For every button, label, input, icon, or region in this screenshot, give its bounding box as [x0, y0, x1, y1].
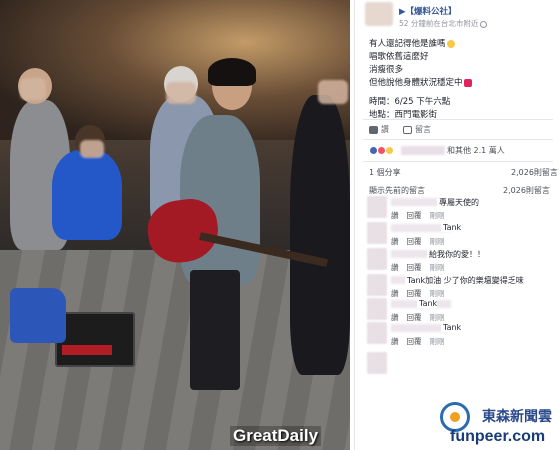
post-line-3: 消瘦很多 [369, 65, 404, 75]
comment-text: Tank加油 少了你的樂壇變得乏味 [405, 275, 524, 286]
comment-time: 剛剛 [429, 211, 445, 220]
comment-like-link[interactable]: 讚 [391, 336, 399, 347]
commenter-avatar[interactable] [367, 352, 387, 374]
post-line-1: 有人還記得他是誰嗎 [369, 39, 446, 49]
person-blue-crouching [52, 150, 122, 240]
share-count-link[interactable]: 1 個分享 [369, 167, 401, 178]
face-blur [166, 82, 196, 104]
commenter-avatar[interactable] [367, 222, 387, 244]
comment-text: Tank [417, 299, 438, 308]
divider [363, 161, 553, 162]
like-button[interactable]: 讚 [369, 124, 389, 135]
face-blur [80, 140, 104, 158]
comment-like-link[interactable]: 讚 [391, 210, 399, 221]
comment-reply-link[interactable]: 回覆 [407, 262, 422, 273]
comment-actions: 讚 回覆 剛剛 [391, 336, 445, 347]
watermark-brand: 東森新聞雲 [482, 409, 552, 425]
comment-text: 專屬天使的 [437, 197, 479, 208]
commenter-avatar[interactable] [367, 298, 387, 320]
commenter-avatar[interactable] [367, 248, 387, 270]
comment-button[interactable]: 留言 [403, 124, 431, 135]
comment-time: 剛剛 [429, 263, 445, 272]
heart-emoji-icon [463, 78, 472, 87]
comment-item-blurred [367, 352, 557, 386]
post-meta: 52 分鐘前在台北市附近 [399, 18, 488, 29]
commenter-avatar[interactable] [367, 274, 387, 296]
comment-like-link[interactable]: 讚 [391, 262, 399, 273]
globe-icon [480, 20, 488, 28]
comment-reply-link[interactable]: 回覆 [407, 210, 422, 221]
comment-text: Tank [441, 223, 462, 232]
post-actions: 讚 留言 [369, 124, 549, 135]
page-avatar[interactable] [365, 2, 393, 26]
comment-actions: 讚 回覆 剛剛 [391, 262, 445, 273]
comment-item: Tank 讚 回覆 剛剛 [367, 322, 557, 356]
commenter-avatar[interactable] [367, 196, 387, 218]
divider [363, 119, 553, 120]
commenter-avatar[interactable] [367, 322, 387, 344]
amplifier-stripe [62, 345, 112, 355]
comment-time: 剛剛 [429, 237, 445, 246]
comment-total: 2,026則留言 [503, 186, 550, 195]
comment-text: 給我你的愛！！ [427, 249, 485, 260]
show-previous-comments-link[interactable]: 顯示先前的留言 [369, 185, 425, 196]
divider [363, 139, 553, 140]
post-place-line: 地點：西門電影街 [369, 110, 438, 120]
comment-reply-link[interactable]: 回覆 [407, 236, 422, 247]
watermark-greatdaily: GreatDaily [230, 426, 322, 446]
smile-emoji-icon [446, 39, 455, 48]
thumbs-up-icon [369, 125, 378, 134]
post-timestamp[interactable]: 52 分鐘前在台北市附近 [399, 19, 478, 28]
post-photo[interactable]: GreatDaily [0, 0, 350, 450]
watermark-url: funpeer.com [450, 428, 546, 445]
comment-text: Tank [441, 323, 462, 332]
comment-actions: 讚 回覆 剛剛 [391, 210, 445, 221]
comment-like-link[interactable]: 讚 [391, 236, 399, 247]
person-right-black [290, 95, 350, 375]
post-time-line: 時間：6/25 下午六點 [369, 97, 451, 107]
face-blur [318, 80, 348, 104]
wow-reaction-icon [385, 146, 394, 155]
blue-bag [10, 288, 66, 343]
reaction-icons [369, 146, 394, 155]
singer-pants [190, 270, 240, 390]
post-line-4: 但他說他身體狀況穩定中 [369, 78, 463, 88]
reaction-summary[interactable]: 和其他 2.1 萬人 [369, 145, 559, 157]
comment-label: 留言 [415, 125, 431, 134]
comment-time: 剛剛 [429, 337, 445, 346]
reactor-names-blurred [401, 146, 445, 155]
singer-hair [208, 58, 256, 86]
like-label: 讚 [381, 125, 389, 134]
face-blur [20, 78, 46, 100]
comment-reply-link[interactable]: 回覆 [407, 336, 422, 347]
page-name-link[interactable]: ▶【爆料公社】 [399, 5, 457, 17]
facebook-post-panel: ▶【爆料公社】 52 分鐘前在台北市附近 有人還記得他是誰嗎 唱歌依舊這麼好 消… [354, 0, 560, 450]
amplifier [55, 312, 135, 367]
comment-bubble-icon [403, 125, 412, 134]
comment-total-top[interactable]: 2,026則留言 [511, 167, 558, 178]
comment-actions: 讚 回覆 剛剛 [391, 236, 445, 247]
post-body: 有人還記得他是誰嗎 唱歌依舊這麼好 消瘦很多 但他說他身體狀況穩定中 時間：6/… [369, 38, 472, 122]
post-line-2: 唱歌依舊這麼好 [369, 52, 429, 62]
reaction-count: 和其他 2.1 萬人 [447, 146, 505, 155]
